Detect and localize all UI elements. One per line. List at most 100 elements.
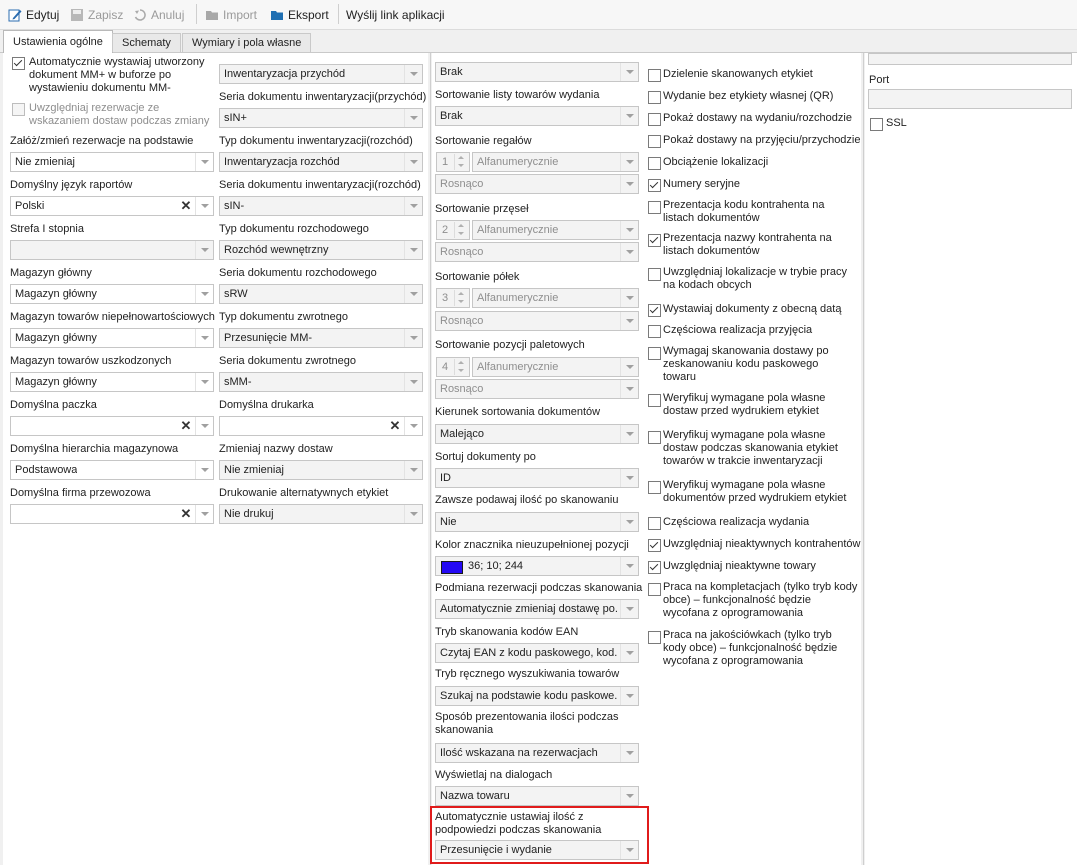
damaged-warehouse-dropdown[interactable]: Magazyn główny [10, 372, 214, 392]
default-package-dropdown[interactable]: ✕ [10, 416, 214, 436]
locations-foreign-codes-checkbox[interactable] [648, 268, 661, 281]
auto-mm-checkbox[interactable] [12, 57, 25, 70]
zone-dropdown[interactable] [10, 240, 214, 260]
chevron-down-icon[interactable] [620, 687, 638, 705]
chevron-down-icon[interactable] [620, 153, 638, 171]
chevron-down-icon[interactable] [404, 65, 422, 83]
chevron-down-icon[interactable] [195, 505, 213, 523]
return-doc-type-dropdown[interactable]: Przesunięcie MM- [219, 328, 423, 348]
chevron-down-icon[interactable] [620, 380, 638, 398]
shelf-sorting-order-stepper[interactable]: 3 [436, 288, 470, 308]
rack-sorting-direction-dropdown[interactable]: Rosnąco [435, 174, 639, 194]
chevron-down-icon[interactable] [620, 221, 638, 239]
chevron-down-icon[interactable] [620, 557, 638, 575]
chevron-down-icon[interactable] [195, 417, 213, 435]
server-field[interactable] [868, 53, 1072, 65]
chevron-down-icon[interactable] [195, 241, 213, 259]
marker-color-picker[interactable]: 36; 10; 244 [435, 556, 639, 576]
shelf-sorting-direction-dropdown[interactable]: Rosnąco [435, 311, 639, 331]
default-printer-dropdown[interactable]: ✕ [219, 416, 423, 436]
warehouse-hierarchy-dropdown[interactable]: Podstawowa [10, 460, 214, 480]
ean-scan-mode-dropdown[interactable]: Czytaj EAN z kodu paskowego, kod... [435, 643, 639, 663]
alt-labels-print-dropdown[interactable]: Nie drukuj [219, 504, 423, 524]
partial-receipt-checkbox[interactable] [648, 325, 661, 338]
chevron-down-icon[interactable] [404, 285, 422, 303]
chevron-down-icon[interactable] [195, 197, 213, 215]
clear-icon[interactable]: ✕ [179, 419, 193, 433]
doc-sort-direction-dropdown[interactable]: Malejąco [435, 424, 639, 444]
inventory-expense-type-dropdown[interactable]: Inwentaryzacja rozchód [219, 152, 423, 172]
serial-numbers-checkbox[interactable] [648, 179, 661, 192]
chevron-down-icon[interactable] [404, 373, 422, 391]
bay-sorting-direction-dropdown[interactable]: Rosnąco [435, 242, 639, 262]
chevron-down-icon[interactable] [620, 175, 638, 193]
bay-sorting-order-stepper[interactable]: 2 [436, 220, 470, 240]
issue-goods-sorting-dropdown[interactable]: Brak [435, 106, 639, 126]
tab-schemes[interactable]: Schematy [112, 33, 181, 52]
sort-docs-by-dropdown[interactable]: ID [435, 468, 639, 488]
tab-general-settings[interactable]: Ustawienia ogólne [3, 30, 113, 53]
expense-doc-type-dropdown[interactable]: Rozchód wewnętrzny [219, 240, 423, 260]
save-button[interactable]: Zapisz [70, 6, 123, 23]
chevron-down-icon[interactable] [404, 461, 422, 479]
edit-button[interactable]: Edytuj [8, 6, 59, 23]
return-doc-series-dropdown[interactable]: sMM- [219, 372, 423, 392]
chevron-down-icon[interactable] [195, 153, 213, 171]
contractor-code-checkbox[interactable] [648, 201, 661, 214]
chevron-down-icon[interactable] [620, 107, 638, 125]
show-deliveries-issue-checkbox[interactable] [648, 113, 661, 126]
auto-quantity-dropdown[interactable]: Przesunięcie i wydanie [435, 840, 639, 860]
main-warehouse-dropdown[interactable]: Magazyn główny [10, 284, 214, 304]
location-load-checkbox[interactable] [648, 157, 661, 170]
manual-search-mode-dropdown[interactable]: Szukaj na podstawie kodu paskowe... [435, 686, 639, 706]
chevron-down-icon[interactable] [620, 644, 638, 662]
verify-fields-labels-checkbox[interactable] [648, 394, 661, 407]
partial-issue-checkbox[interactable] [648, 517, 661, 530]
chevron-down-icon[interactable] [404, 109, 422, 127]
inventory-expense-series-dropdown[interactable]: sIN- [219, 196, 423, 216]
chevron-down-icon[interactable] [620, 358, 638, 376]
rack-sorting-mode-dropdown[interactable]: Alfanumerycznie [472, 152, 639, 172]
reservations-checkbox[interactable] [12, 103, 25, 116]
cancel-button[interactable]: Anuluj [133, 6, 184, 23]
clear-icon[interactable]: ✕ [179, 507, 193, 521]
verify-fields-inventory-checkbox[interactable] [648, 431, 661, 444]
quality-work-checkbox[interactable] [648, 631, 661, 644]
chevron-down-icon[interactable] [620, 744, 638, 762]
shelf-sorting-mode-dropdown[interactable]: Alfanumerycznie [472, 288, 639, 308]
inventory-income-type-dropdown[interactable]: Inwentaryzacja przychód [219, 64, 423, 84]
top-sorting-dropdown[interactable]: Brak [435, 62, 639, 82]
inventory-income-series-dropdown[interactable]: sIN+ [219, 108, 423, 128]
rack-sorting-order-stepper[interactable]: 1 [436, 152, 470, 172]
chevron-down-icon[interactable] [620, 63, 638, 81]
chevron-down-icon[interactable] [404, 197, 422, 215]
chevron-down-icon[interactable] [404, 505, 422, 523]
show-deliveries-receipt-checkbox[interactable] [648, 135, 661, 148]
current-date-checkbox[interactable] [648, 304, 661, 317]
chevron-down-icon[interactable] [195, 329, 213, 347]
substandard-warehouse-dropdown[interactable]: Magazyn główny [10, 328, 214, 348]
rename-deliveries-dropdown[interactable]: Nie zmieniaj [219, 460, 423, 480]
export-button[interactable]: Eksport [270, 6, 329, 23]
chevron-down-icon[interactable] [620, 289, 638, 307]
report-language-dropdown[interactable]: Polski ✕ [10, 196, 214, 216]
chevron-down-icon[interactable] [195, 373, 213, 391]
chevron-down-icon[interactable] [620, 787, 638, 805]
chevron-down-icon[interactable] [620, 312, 638, 330]
ssl-checkbox[interactable] [870, 118, 883, 131]
send-link-button[interactable]: Wyślij link aplikacji [346, 6, 445, 23]
port-field[interactable] [868, 89, 1072, 109]
import-button[interactable]: Import [205, 6, 257, 23]
chevron-down-icon[interactable] [620, 841, 638, 859]
pallet-sorting-mode-dropdown[interactable]: Alfanumerycznie [472, 357, 639, 377]
chevron-down-icon[interactable] [620, 469, 638, 487]
chevron-down-icon[interactable] [404, 153, 422, 171]
expense-doc-series-dropdown[interactable]: sRW [219, 284, 423, 304]
bay-sorting-mode-dropdown[interactable]: Alfanumerycznie [472, 220, 639, 240]
reservation-swap-dropdown[interactable]: Automatycznie zmieniaj dostawę po... [435, 599, 639, 619]
shipping-company-dropdown[interactable]: ✕ [10, 504, 214, 524]
quantity-presentation-dropdown[interactable]: Ilość wskazana na rezerwacjach [435, 743, 639, 763]
require-delivery-scan-checkbox[interactable] [648, 347, 661, 360]
contractor-name-checkbox[interactable] [648, 234, 661, 247]
chevron-down-icon[interactable] [620, 513, 638, 531]
